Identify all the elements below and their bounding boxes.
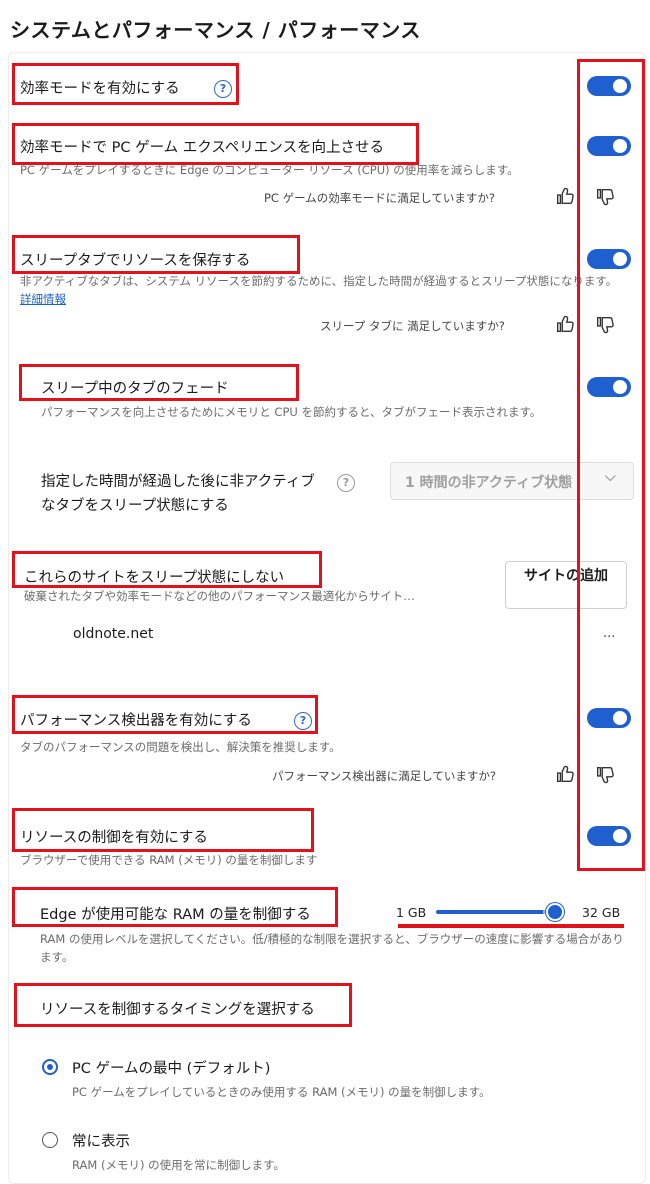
gaming-toggle[interactable] <box>587 136 631 156</box>
timing-label: リソースを制御するタイミングを選択する <box>40 1002 315 1018</box>
gaming-desc: PC ゲームをプレイするときに Edge のコンピューター リソース (CPU)… <box>20 163 519 177</box>
thumbs-up-icon[interactable] <box>554 763 576 785</box>
add-site-button[interactable]: サイトの追加 <box>505 561 627 609</box>
ram-limit-desc: RAM の使用レベルを選択してください。低/積極的な制限を選択すると、ブラウザー… <box>40 932 624 964</box>
ram-slider-min: 1 GB <box>396 905 427 920</box>
resource-control-label: リソースの制御を有効にする <box>20 830 208 846</box>
timing-option-gaming-radio[interactable] <box>42 1059 58 1075</box>
ram-slider-max: 32 GB <box>582 905 621 920</box>
detector-help-icon[interactable]: ? <box>294 712 312 730</box>
site-more-button[interactable]: ... <box>603 626 615 641</box>
thumbs-down-icon[interactable] <box>594 764 616 786</box>
thumbs-down-icon[interactable] <box>594 314 616 336</box>
ram-slider-track[interactable] <box>436 903 565 921</box>
resource-control-toggle[interactable] <box>587 826 631 846</box>
page-title: システムとパフォーマンス / パフォーマンス <box>10 18 421 42</box>
timing-option-always-radio[interactable] <box>42 1132 58 1148</box>
sleeping-tabs-feedback-text: スリープ タブに 満足していますか? <box>320 319 505 333</box>
chevron-down-icon: ⌵ <box>605 469 616 485</box>
timing-option-always-desc: RAM (メモリ) の使用を常に制御します。 <box>72 1158 285 1172</box>
detector-desc: タブのパフォーマンスの問題を検出し、解決策を推奨します。 <box>20 740 341 754</box>
fade-label: スリープ中のタブのフェード <box>41 381 229 397</box>
efficiency-mode-label: 効率モードを有効にする <box>20 81 180 97</box>
detector-toggle[interactable] <box>587 708 631 728</box>
fade-desc: パフォーマンスを向上させるためにメモリと CPU を節約すると、タブがフェード表… <box>41 405 542 419</box>
efficiency-mode-toggle[interactable] <box>587 76 631 96</box>
timing-option-always-label: 常に表示 <box>72 1134 130 1150</box>
learn-more-link[interactable]: 詳細情報 <box>20 292 66 306</box>
sleeping-tabs-desc: 非アクティブなタブは、システム リソースを節約するために、指定した時間が経過する… <box>20 274 618 306</box>
inactive-help-icon[interactable]: ? <box>337 474 355 492</box>
thumbs-up-icon[interactable] <box>554 313 576 335</box>
efficiency-help-icon[interactable]: ? <box>214 80 232 98</box>
ram-slider-thumb[interactable] <box>546 903 565 921</box>
never-sleep-label: これらのサイトをスリープ状態にしない <box>24 570 285 586</box>
fade-toggle[interactable] <box>587 377 631 397</box>
timing-option-gaming-desc: PC ゲームをプレイしているときのみ使用する RAM (メモリ) の量を制御しま… <box>72 1085 491 1099</box>
thumbs-down-icon[interactable] <box>594 186 616 208</box>
inactive-time-select[interactable]: 1 時間の非アクティブ状態 ⌵ <box>390 462 634 500</box>
never-sleep-desc: 破棄されたタブや効率モードなどの他のパフォーマンス最適化からサイト… <box>24 589 415 603</box>
gaming-label: 効率モードで PC ゲーム エクスペリエンスを向上させる <box>20 140 385 156</box>
inactive-time-label: 指定した時間が経過した後に非アクティブなタブをスリープ状態にする <box>41 474 315 514</box>
inactive-time-value: 1 時間の非アクティブ状態 <box>405 475 573 491</box>
never-sleep-site: oldnote.net <box>73 626 154 642</box>
thumbs-up-icon[interactable] <box>554 185 576 207</box>
timing-option-gaming-label: PC ゲームの最中 (デフォルト) <box>72 1061 271 1077</box>
gaming-feedback-text: PC ゲームの効率モードに満足していますか? <box>264 191 496 205</box>
resource-control-desc: ブラウザーで使用できる RAM (メモリ) の量を制御します <box>20 853 318 867</box>
sleeping-tabs-toggle[interactable] <box>587 249 631 269</box>
sleeping-tabs-label: スリープタブでリソースを保存する <box>20 253 251 269</box>
detector-feedback-text: パフォーマンス検出器に満足していますか? <box>272 769 497 783</box>
ram-limit-label: Edge が使用可能な RAM の量を制御する <box>40 907 311 923</box>
detector-label: パフォーマンス検出器を有効にする <box>20 713 252 729</box>
